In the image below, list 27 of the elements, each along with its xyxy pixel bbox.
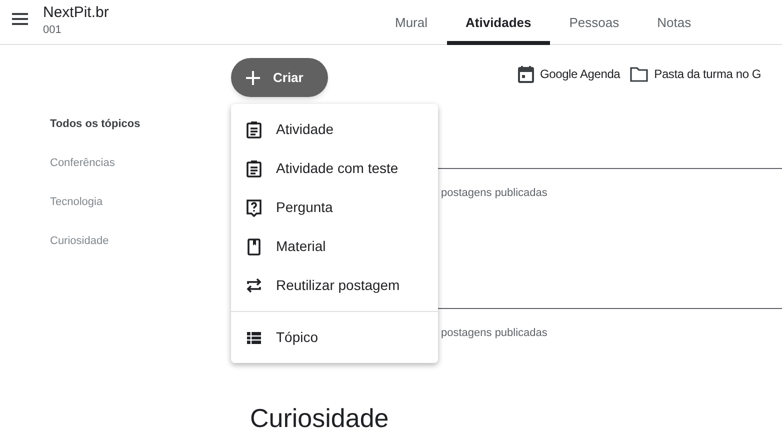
calendar-link[interactable]: Google Agenda — [518, 65, 620, 83]
menu-item[interactable]: Atividade — [231, 110, 438, 149]
question-icon — [246, 198, 262, 216]
menu-item[interactable]: Pergunta — [231, 188, 438, 227]
menu-item[interactable]: Atividade com teste — [231, 149, 438, 188]
clipboard-icon — [246, 120, 262, 138]
menu-icon[interactable] — [12, 12, 28, 26]
clipboard-icon — [246, 160, 262, 178]
tab[interactable]: Pessoas — [550, 0, 638, 45]
post-count: postagens publicadas — [441, 186, 548, 201]
class-title: NextPit.br — [43, 3, 109, 23]
plus-icon — [246, 70, 260, 84]
topic-heading: Curiosidade — [250, 402, 389, 434]
tab[interactable]: Mural — [376, 0, 447, 45]
tab[interactable]: Notas — [638, 0, 710, 45]
folder-link[interactable]: Pasta da turma no G — [630, 65, 762, 83]
class-section: 001 — [43, 23, 109, 37]
folder-icon — [630, 66, 648, 82]
book-icon — [246, 238, 262, 256]
post-count: postagens publicadas — [441, 326, 548, 341]
menu-item[interactable]: Reutilizar postagem — [231, 266, 438, 305]
calendar-icon — [518, 66, 534, 82]
repeat-icon — [246, 276, 262, 294]
menu-item[interactable]: Material — [231, 227, 438, 266]
menu-item[interactable]: Tópico — [231, 318, 438, 357]
tab[interactable]: Atividades — [446, 0, 550, 45]
create-button[interactable]: Criar — [231, 58, 328, 97]
